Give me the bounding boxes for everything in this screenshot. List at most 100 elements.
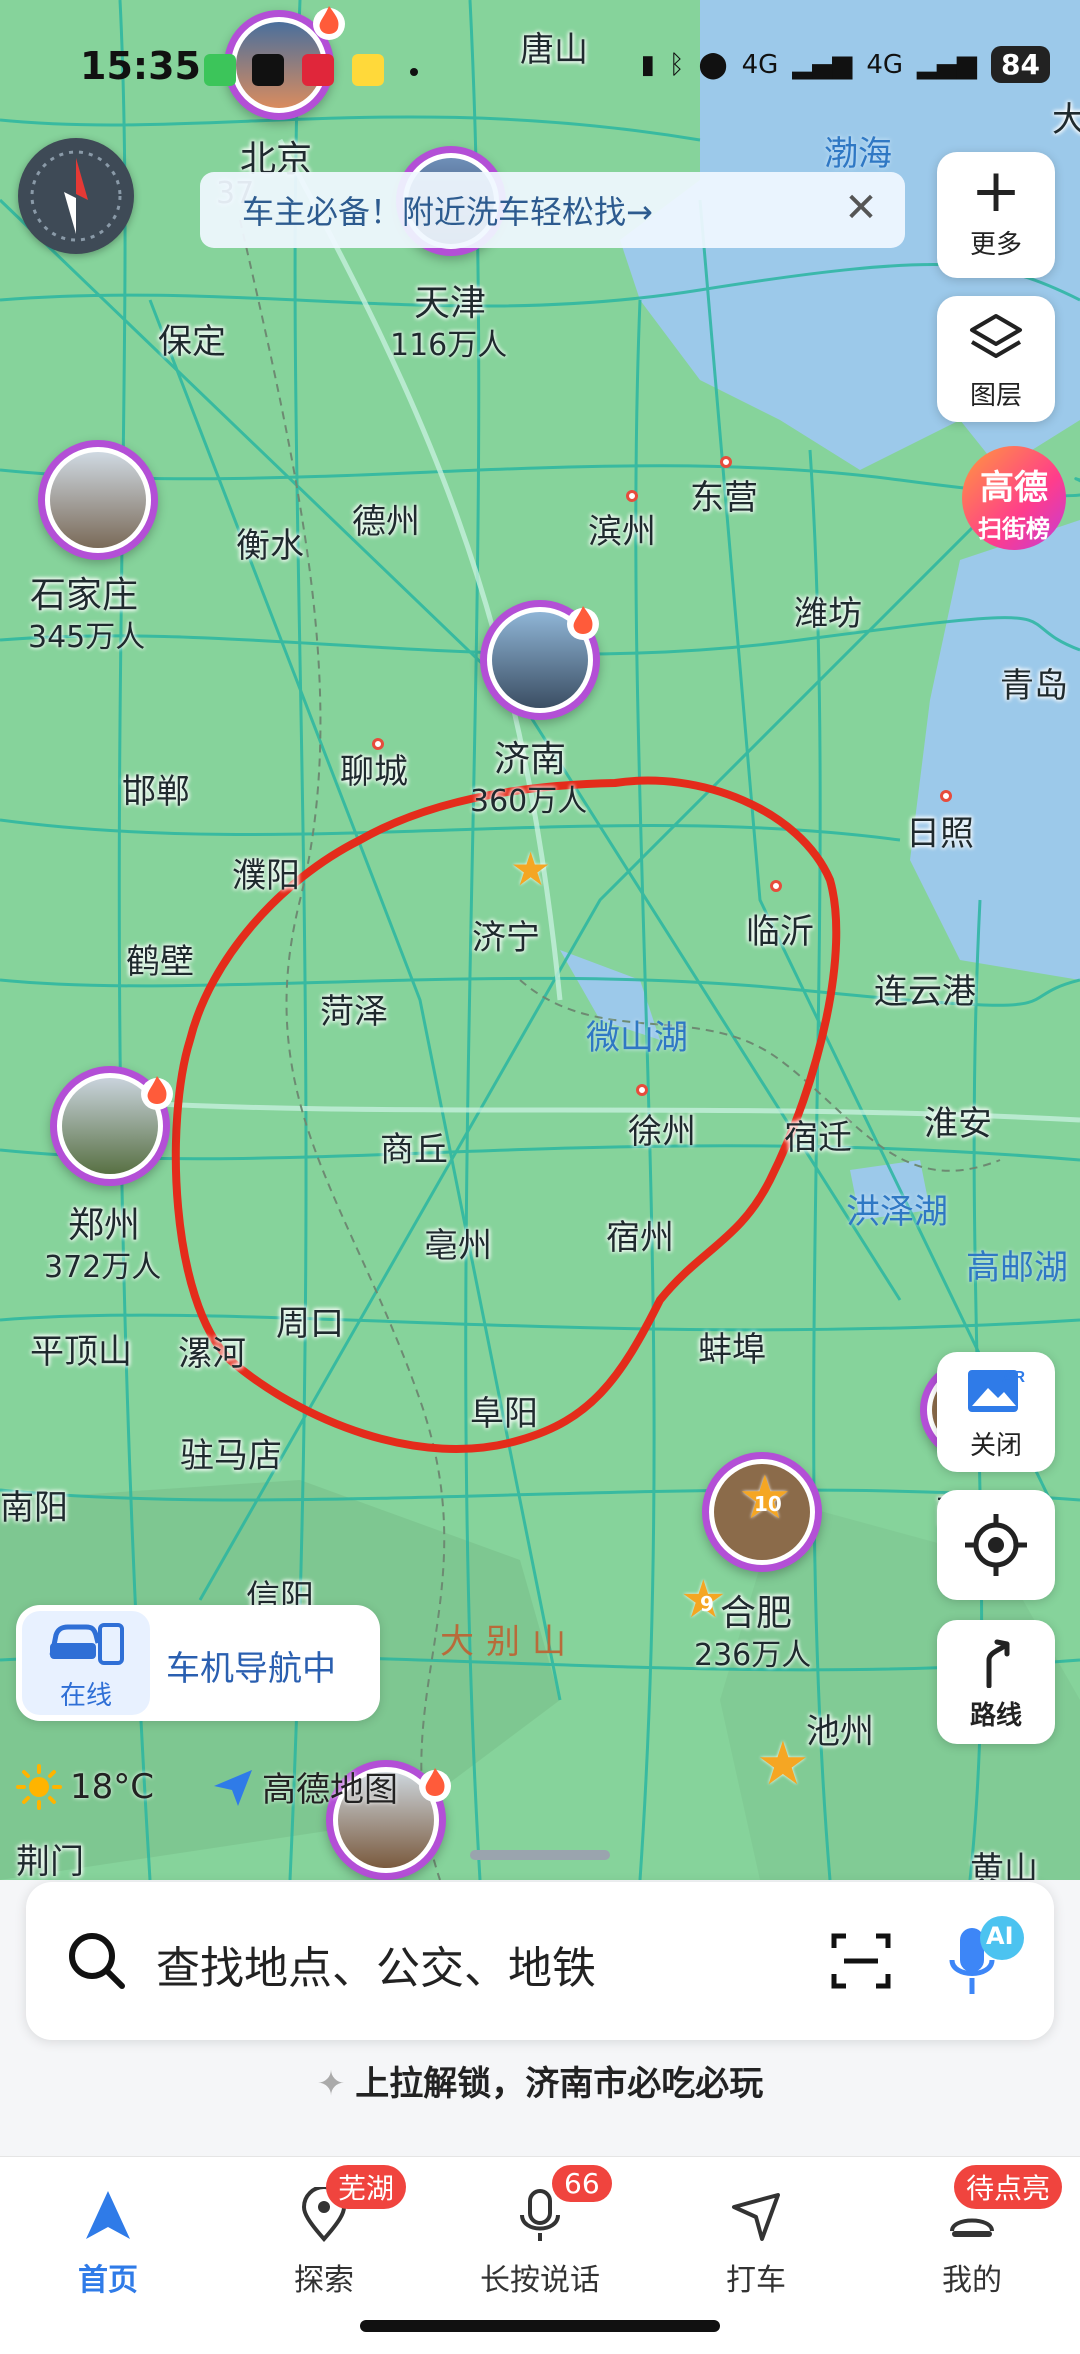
- city-zhoukou[interactable]: 周口: [276, 1296, 344, 1345]
- city-hebi[interactable]: 鹤壁: [126, 934, 194, 983]
- city-chizhou[interactable]: 池州: [806, 1704, 874, 1753]
- banner-text[interactable]: 车主必备！附近洗车轻松找→: [242, 187, 653, 233]
- city-handan[interactable]: 邯郸: [122, 764, 190, 813]
- city-linyi[interactable]: 临沂: [746, 904, 814, 953]
- hot-fire-icon: [567, 606, 599, 640]
- route-button[interactable]: 路线: [937, 1620, 1055, 1744]
- home-arrow-icon: [86, 2191, 130, 2239]
- city-dezhou[interactable]: 德州: [352, 494, 420, 543]
- city-weifang[interactable]: 潍坊: [794, 586, 862, 635]
- city-shangqiu[interactable]: 商丘: [380, 1122, 448, 1171]
- drawer-handle[interactable]: [470, 1850, 610, 1860]
- locate-icon: [965, 1514, 1027, 1576]
- water-hongze-lake: 洪泽湖: [846, 1192, 948, 1232]
- city-pingdingshan[interactable]: 平顶山: [30, 1324, 132, 1373]
- banner-close-button[interactable]: ✕: [839, 186, 883, 230]
- tab-home[interactable]: 首页: [0, 2157, 216, 2307]
- city-dot: [940, 790, 952, 802]
- tab-me[interactable]: 待点亮 我的: [864, 2157, 1080, 2307]
- city-lianyungang[interactable]: 连云港: [874, 964, 976, 1013]
- city-baoding[interactable]: 保定: [158, 314, 226, 363]
- status-time: 15:35: [80, 44, 201, 88]
- hot-fire-icon: [141, 1076, 173, 1110]
- hot-fire-icon: [419, 1768, 451, 1802]
- ar-button[interactable]: AR 关闭: [937, 1352, 1055, 1472]
- water-weishan-lake: 微山湖: [586, 1018, 688, 1058]
- tab-voice-label: 长按说话: [480, 2263, 600, 2298]
- city-dot: [720, 456, 732, 468]
- more-label: 更多: [969, 230, 1022, 260]
- star-number-hefei: 10: [754, 1492, 782, 1516]
- mountain-dabie: 大别山: [440, 1622, 578, 1662]
- signal-icon: ▂▄▆: [792, 49, 853, 80]
- city-dot: [636, 1084, 648, 1096]
- network-type: 4G: [741, 49, 779, 80]
- city-nanyang[interactable]: 南阳: [0, 1480, 68, 1529]
- car-phone-icon: [49, 1623, 124, 1665]
- city-hefei[interactable]: 合肥: [720, 1584, 792, 1636]
- ar-close-label: 关闭: [969, 1431, 1022, 1461]
- tab-taxi-label: 打车: [726, 2263, 786, 2298]
- city-rizhao[interactable]: 日照: [906, 806, 974, 855]
- compass-button[interactable]: [18, 138, 134, 254]
- vibrate-icon: ▮: [640, 49, 655, 80]
- map-view[interactable]: 北京 37 唐山 天津 116万人 保定 石家庄 345万人 衡水 德州 滨州 …: [0, 0, 1080, 1880]
- city-liaocheng[interactable]: 聊城: [340, 744, 408, 793]
- city-fuyang[interactable]: 阜阳: [470, 1386, 538, 1435]
- city-jining[interactable]: 济宁: [472, 910, 540, 959]
- search-bar[interactable]: 查找地点、公交、地铁 AI: [26, 1882, 1054, 2040]
- rank-button[interactable]: 高德 扫街榜: [962, 446, 1066, 550]
- city-dot: [372, 738, 384, 750]
- temperature: 18°C: [70, 1767, 155, 1807]
- city-suqian[interactable]: 宿迁: [784, 1110, 852, 1159]
- city-heze[interactable]: 菏泽: [320, 984, 388, 1033]
- car-navigation-card[interactable]: 在线 车机导航中: [16, 1605, 380, 1721]
- city-suzhou[interactable]: 宿州: [606, 1210, 674, 1259]
- tab-voice[interactable]: 66 长按说话: [432, 2157, 648, 2307]
- pop-zhengzhou: 372万人: [44, 1250, 162, 1285]
- city-hengshui[interactable]: 衡水: [236, 518, 304, 567]
- search-input[interactable]: 查找地点、公交、地铁: [156, 1932, 596, 1996]
- city-bengbu[interactable]: 蚌埠: [698, 1322, 766, 1371]
- tip-text: 上拉解锁，济南市必吃必玩: [355, 2064, 764, 2104]
- scan-icon[interactable]: [826, 1926, 896, 1996]
- city-jingmen[interactable]: 荆门: [16, 1834, 84, 1880]
- city-binzhou[interactable]: 滨州: [588, 504, 656, 553]
- city-luohe[interactable]: 漯河: [178, 1326, 246, 1375]
- star-icon[interactable]: ★: [510, 846, 551, 892]
- city-xuzhou[interactable]: 徐州: [628, 1104, 696, 1153]
- sun-icon: [16, 1764, 62, 1810]
- city-huaian[interactable]: 淮安: [924, 1096, 992, 1145]
- city-puyang[interactable]: 濮阳: [232, 848, 300, 897]
- tab-taxi[interactable]: 打车: [648, 2157, 864, 2307]
- city-zhumadian[interactable]: 驻马店: [180, 1428, 282, 1477]
- ai-voice-button[interactable]: AI: [946, 1914, 1030, 2006]
- city-dongying[interactable]: 东营: [690, 470, 758, 519]
- city-jinan[interactable]: 济南: [494, 730, 566, 782]
- layers-button[interactable]: 图层: [937, 296, 1055, 422]
- city-shijiazhuang[interactable]: 石家庄: [30, 566, 138, 618]
- weather-widget[interactable]: 18°C: [14, 1762, 154, 1812]
- car-navigation-text: 车机导航中: [166, 1649, 336, 1689]
- city-bozhou[interactable]: 亳州: [424, 1218, 492, 1267]
- poi-shijiazhuang-thumb[interactable]: [38, 440, 158, 560]
- city-huangshan[interactable]: 黄山: [970, 1842, 1038, 1880]
- tab-explore[interactable]: 芜湖 探索: [216, 2157, 432, 2307]
- route-icon: [986, 1639, 1010, 1689]
- more-button[interactable]: + 更多: [937, 152, 1055, 278]
- city-qingdao[interactable]: 青岛: [1000, 658, 1068, 707]
- promo-banner[interactable]: 车主必备！附近洗车轻松找→ ✕: [200, 172, 905, 248]
- amap-logo-icon: [214, 1769, 252, 1806]
- amap-logo: 高德地图: [210, 1762, 398, 1811]
- city-dot: [770, 880, 782, 892]
- sparkle-icon: ✦: [316, 2064, 346, 2104]
- city-zhengzhou[interactable]: 郑州: [68, 1196, 140, 1248]
- locate-button[interactable]: [937, 1490, 1055, 1600]
- star-icon[interactable]: ★: [756, 1734, 810, 1794]
- pull-up-tip[interactable]: ✦ 上拉解锁，济南市必吃必玩: [0, 2056, 1080, 2105]
- water-bohai: 渤海: [824, 134, 892, 174]
- home-indicator: [360, 2320, 720, 2332]
- city-tianjin[interactable]: 天津: [414, 274, 486, 326]
- rank-line2: 扫街榜: [978, 515, 1050, 543]
- tab-explore-label: 探索: [294, 2263, 354, 2298]
